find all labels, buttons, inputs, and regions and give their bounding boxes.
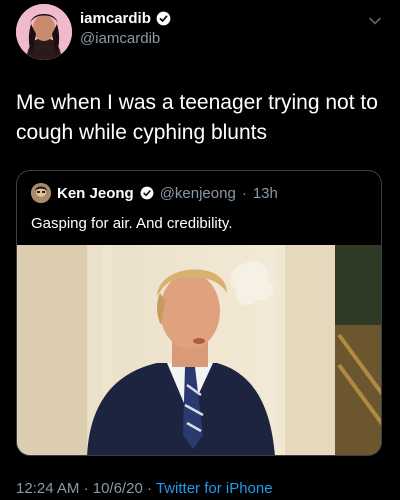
author-names: iamcardib @iamcardib — [80, 10, 171, 47]
footer-time: 12:24 AM — [16, 480, 80, 497]
photo-of-man-in-suit-on-balcony-icon — [17, 245, 381, 455]
tweet-text: Me when I was a teenager trying not to c… — [16, 91, 378, 144]
quoted-tweet-media[interactable] — [17, 245, 381, 455]
chevron-down-icon[interactable] — [368, 14, 382, 28]
quoted-tweet-header: Ken Jeong @kenjeong · 13h — [31, 183, 278, 203]
quoted-display-name: Ken Jeong — [57, 184, 134, 202]
quoted-verified-badge-icon — [140, 186, 154, 200]
footer-separator-1: · — [83, 480, 89, 497]
quoted-separator: · — [241, 184, 247, 202]
author-handle[interactable]: @iamcardib — [80, 30, 171, 47]
quoted-author-avatar — [31, 183, 51, 203]
tweet-footer: 12:24 AM · 10/6/20 · Twitter for iPhone — [16, 480, 273, 497]
quoted-tweet-card[interactable]: Ken Jeong @kenjeong · 13h Gasping for ai… — [16, 170, 382, 456]
author-display-name[interactable]: iamcardib — [80, 10, 151, 27]
quoted-time: 13h — [252, 184, 278, 202]
footer-separator-2: · — [146, 480, 152, 497]
quoted-handle: @kenjeong — [159, 184, 236, 202]
verified-badge-icon — [156, 11, 171, 26]
author-avatar[interactable] — [16, 4, 72, 60]
author-display-name-row[interactable]: iamcardib — [80, 10, 171, 27]
tweet-header: iamcardib @iamcardib — [0, 0, 400, 72]
quoted-avatar-icon — [31, 183, 51, 203]
quoted-tweet-text: Gasping for air. And credibility. — [31, 215, 233, 232]
profile-avatar-icon — [16, 4, 72, 60]
footer-date: 10/6/20 — [92, 480, 143, 497]
footer-app-link[interactable]: Twitter for iPhone — [156, 480, 273, 497]
